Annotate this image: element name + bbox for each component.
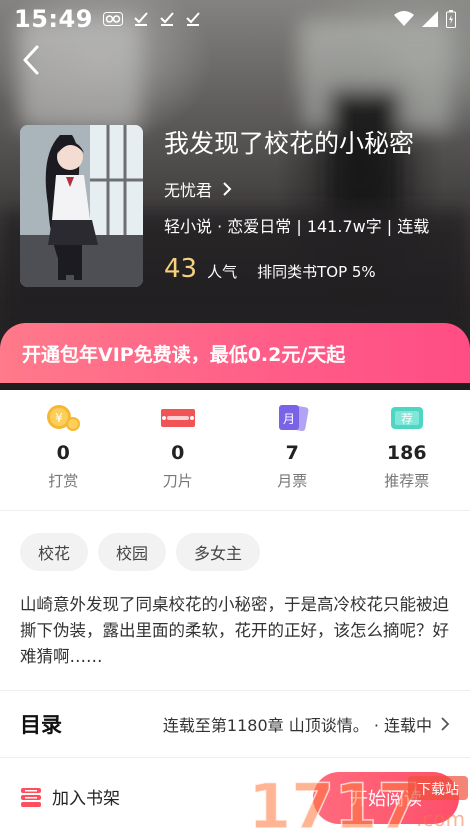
- infinity-icon: [102, 12, 123, 26]
- check-download-icon: [186, 12, 200, 26]
- cover-illustration: [20, 125, 143, 287]
- tag-chip[interactable]: 多女主: [176, 533, 261, 571]
- signal-icon: [422, 11, 438, 27]
- bookshelf-icon: [20, 786, 42, 808]
- stat-reward[interactable]: ¥ 0 打赏: [18, 403, 108, 491]
- coin-reward-icon: ¥: [44, 403, 82, 433]
- back-button[interactable]: [16, 42, 46, 78]
- status-bar: 15:49: [0, 0, 470, 38]
- check-download-icon: [160, 12, 174, 26]
- vip-banner-text: 开通包年VIP免费读，最低0.2元/天起: [22, 343, 346, 366]
- author-link[interactable]: 无忧君: [164, 174, 464, 204]
- stat-value: 7: [285, 442, 299, 464]
- popularity-label: 人气: [207, 263, 238, 281]
- wifi-icon: [394, 11, 414, 26]
- catalog-info: 连载至第1180章 山顶谈情。 · 连载中: [163, 712, 450, 736]
- book-meta: 轻小说 · 恋爱日常 | 141.7w字 | 连载: [164, 217, 430, 236]
- svg-text:荐: 荐: [401, 412, 413, 426]
- vip-banner[interactable]: 开通包年VIP免费读，最低0.2元/天起: [0, 323, 470, 383]
- stat-recommend-ticket[interactable]: 荐 186 推荐票: [362, 403, 452, 491]
- stat-label: 刀片: [162, 472, 193, 490]
- check-download-icon: [134, 12, 148, 26]
- notification-icons: [102, 11, 201, 27]
- battery-icon: [446, 10, 456, 28]
- tag-chip[interactable]: 校园: [98, 533, 167, 571]
- catalog-row[interactable]: 目录 连载至第1180章 山顶谈情。 · 连载中: [0, 690, 470, 758]
- book-info: 我发现了校花的小秘密 无忧君 轻小说 · 恋爱日常 | 141.7w字 | 连载…: [164, 124, 464, 290]
- stat-value: 0: [56, 442, 70, 464]
- chevron-right-icon: [223, 182, 232, 196]
- svg-text:月: 月: [283, 412, 295, 426]
- svg-text:¥: ¥: [55, 411, 63, 425]
- stat-label: 推荐票: [384, 472, 430, 490]
- recommend-ticket-icon: 荐: [388, 403, 426, 433]
- start-reading-button[interactable]: 开始阅读: [313, 772, 459, 824]
- tag-list: 校花 校园 多女主: [20, 533, 261, 571]
- latest-chapter: 连载至第1180章 山顶谈情。 · 连载中: [162, 716, 432, 735]
- monthly-ticket-icon: 月: [273, 403, 311, 433]
- book-description: 山崎意外发现了同桌校花的小秘密，于是高冷校花只能被迫撕下伪装，露出里面的柔软，花…: [20, 595, 449, 666]
- author-name: 无忧君: [164, 181, 213, 200]
- book-cover[interactable]: [20, 125, 143, 287]
- book-title: 我发现了校花的小秘密: [164, 129, 415, 158]
- stat-label: 打赏: [48, 472, 79, 490]
- start-reading-label: 开始阅读: [350, 789, 422, 810]
- stat-monthly-ticket[interactable]: 月 7 月票: [247, 403, 337, 491]
- chevron-right-icon: [441, 717, 450, 731]
- add-to-shelf-button[interactable]: 加入书架: [20, 784, 120, 809]
- chevron-left-icon: [23, 45, 39, 75]
- stat-value: 0: [171, 442, 185, 464]
- tag-chip[interactable]: 校花: [20, 533, 89, 571]
- stats-row: ¥ 0 打赏 0 刀片 月 7 月票 荐 186 推荐票: [0, 383, 470, 511]
- popularity-value: 43: [164, 254, 198, 284]
- stat-label: 月票: [277, 472, 308, 490]
- bottom-action-bar: 加入书架 开始阅读: [0, 758, 470, 836]
- blade-icon: [159, 403, 197, 433]
- stat-value: 186: [386, 442, 427, 464]
- stat-blade[interactable]: 0 刀片: [133, 403, 223, 491]
- popularity-row: 43 人气 排同类书TOP 5%: [164, 254, 464, 290]
- add-to-shelf-label: 加入书架: [52, 789, 120, 809]
- status-time: 15:49: [14, 5, 93, 33]
- system-status-icons: [394, 10, 456, 28]
- catalog-title: 目录: [20, 713, 62, 737]
- rank-label: 排同类书TOP 5%: [257, 263, 376, 281]
